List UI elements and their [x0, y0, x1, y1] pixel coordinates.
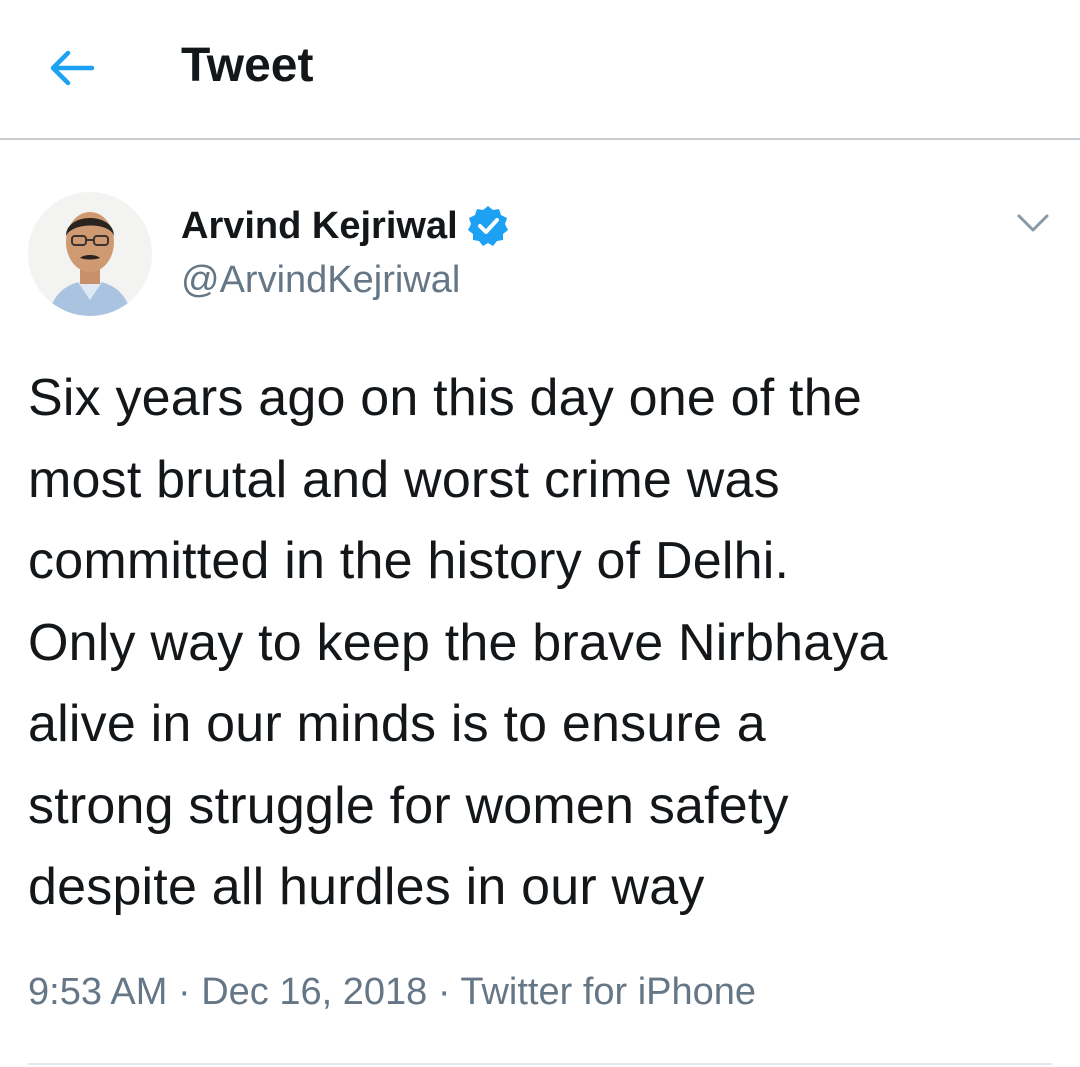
- avatar-portrait-image: [28, 192, 152, 316]
- divider: [28, 1063, 1052, 1065]
- tweet-menu-button[interactable]: [1013, 205, 1053, 241]
- tweet-text: Six years ago on this day one of the mos…: [28, 369, 888, 916]
- tweet-source-link[interactable]: Twitter for iPhone: [460, 971, 756, 1013]
- page-title: Tweet: [181, 39, 314, 92]
- tweet-time: 9:53 AM: [28, 971, 168, 1013]
- chevron-down-icon: [1017, 214, 1049, 232]
- tweet-detail-page: Tweet Arvind Kejriwal @ArvindKejriwal Si…: [0, 0, 1080, 1067]
- avatar[interactable]: [28, 192, 152, 316]
- author-name[interactable]: Arvind Kejriwal: [181, 203, 510, 249]
- tweet-meta: 9:53 AM · Dec 16, 2018 · Twitter for iPh…: [28, 967, 756, 1017]
- back-arrow-icon: [50, 50, 95, 86]
- verified-badge-icon: [467, 206, 508, 246]
- author-handle[interactable]: @ArvindKejriwal: [181, 257, 460, 303]
- meta-separator: ·: [427, 971, 461, 1013]
- top-bar: Tweet: [0, 0, 1080, 140]
- author-display-name: Arvind Kejriwal: [181, 205, 458, 247]
- back-button[interactable]: [46, 44, 98, 92]
- tweet-date: Dec 16, 2018: [201, 971, 428, 1013]
- meta-separator: ·: [167, 971, 202, 1013]
